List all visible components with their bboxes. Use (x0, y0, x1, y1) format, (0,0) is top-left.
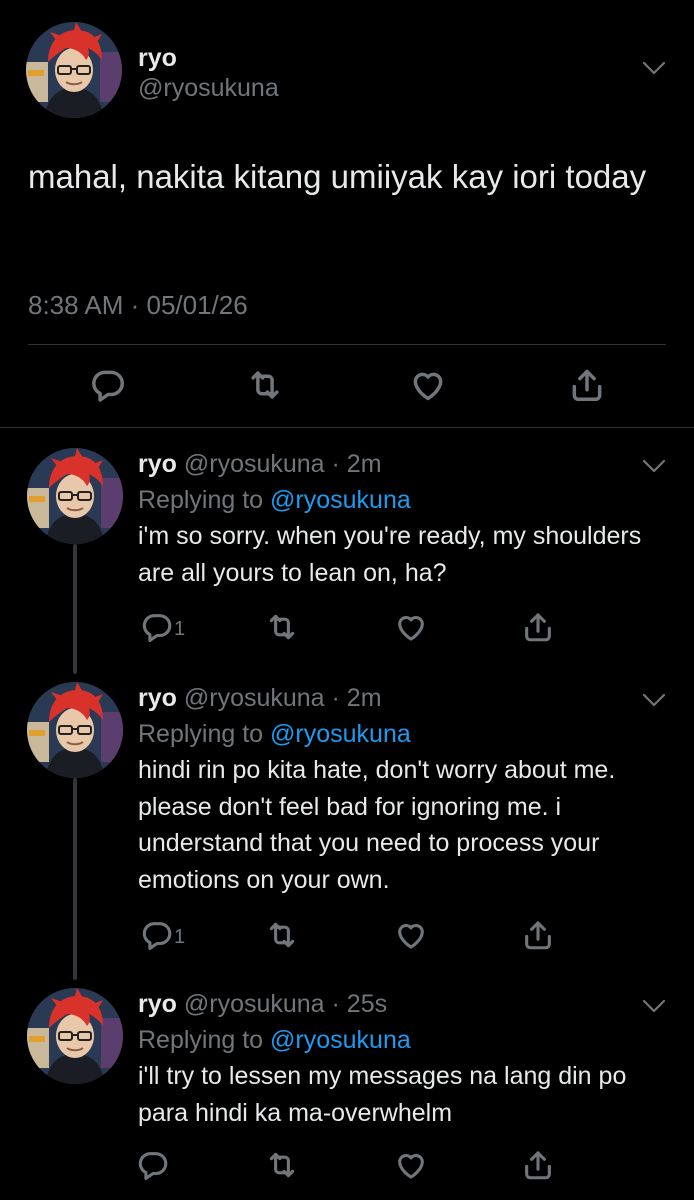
handle-and-time: @ryosukuna · 2m (183, 684, 382, 712)
replying-to: Replying to @ryosukuna (138, 486, 411, 515)
author-name[interactable]: ryo (138, 44, 177, 73)
handle-and-time: @ryosukuna · 2m (183, 450, 382, 478)
reply-count: 1 (174, 618, 186, 640)
like-icon[interactable] (394, 610, 428, 644)
handle-and-time: @ryosukuna · 25s (183, 990, 388, 1018)
share-icon[interactable] (521, 610, 555, 644)
reply-text: i'll try to lessen my messages na lang d… (138, 1062, 627, 1127)
share-icon[interactable] (521, 1148, 555, 1182)
reply-header: ryo @ryosukuna · 2m (138, 684, 382, 713)
avatar-image (27, 988, 123, 1084)
share-icon[interactable] (521, 918, 555, 952)
reply-icon[interactable] (136, 1148, 170, 1182)
chevron-down-icon[interactable] (641, 58, 667, 78)
chevron-down-icon[interactable] (641, 996, 667, 1016)
avatar-image (27, 448, 123, 544)
avatar-image (27, 682, 123, 778)
reply-icon[interactable] (140, 918, 174, 952)
tweet-text: mahal, nakita kitang umiiyak kay iori to… (28, 158, 647, 195)
tweet-timestamp[interactable]: 8:38 AM · 05/01/26 (28, 290, 248, 321)
chevron-down-icon[interactable] (641, 690, 667, 710)
chevron-down-icon[interactable] (641, 456, 667, 476)
reply-header: ryo @ryosukuna · 25s (138, 990, 387, 1019)
reply-text: i'm so sorry. when you're ready, my shou… (138, 522, 642, 587)
avatar-image (26, 22, 122, 118)
reply-text: hindi rin po kita hate, don't worry abou… (138, 756, 616, 894)
reply-icon[interactable] (140, 610, 174, 644)
author-name[interactable]: ryo (138, 684, 177, 712)
reply-count: 1 (174, 926, 186, 948)
divider (28, 344, 666, 345)
avatar[interactable] (27, 448, 123, 544)
mention-link[interactable]: @ryosukuna (270, 1026, 411, 1054)
retweet-icon[interactable] (265, 1148, 299, 1182)
like-icon[interactable] (394, 918, 428, 952)
share-icon[interactable] (568, 366, 606, 404)
reply-tweet[interactable]: ryo @ryosukuna · 25s Replying to @ryosuk… (0, 988, 694, 1192)
retweet-icon[interactable] (265, 918, 299, 952)
divider (0, 427, 694, 428)
author-name[interactable]: ryo (138, 450, 177, 478)
mention-link[interactable]: @ryosukuna (270, 486, 411, 514)
replying-label: Replying to (138, 486, 264, 514)
reply-tweet[interactable]: ryo @ryosukuna · 2m Replying to @ryosuku… (0, 682, 694, 958)
retweet-icon[interactable] (246, 366, 284, 404)
replying-label: Replying to (138, 720, 264, 748)
like-icon[interactable] (409, 366, 447, 404)
author-name[interactable]: ryo (138, 990, 177, 1018)
replying-label: Replying to (138, 1026, 264, 1054)
replying-to: Replying to @ryosukuna (138, 720, 411, 749)
reply-icon[interactable] (89, 366, 127, 404)
reply-header: ryo @ryosukuna · 2m (138, 450, 382, 479)
like-icon[interactable] (394, 1148, 428, 1182)
avatar[interactable] (27, 682, 123, 778)
avatar[interactable] (27, 988, 123, 1084)
retweet-icon[interactable] (265, 610, 299, 644)
reply-tweet[interactable]: ryo @ryosukuna · 2m Replying to @ryosuku… (0, 448, 694, 652)
avatar[interactable] (26, 22, 122, 118)
replying-to: Replying to @ryosukuna (138, 1026, 411, 1055)
author-handle[interactable]: @ryosukuna (138, 74, 279, 103)
main-tweet: ryo @ryosukuna mahal, nakita kitang umii… (0, 0, 694, 428)
mention-link[interactable]: @ryosukuna (270, 720, 411, 748)
